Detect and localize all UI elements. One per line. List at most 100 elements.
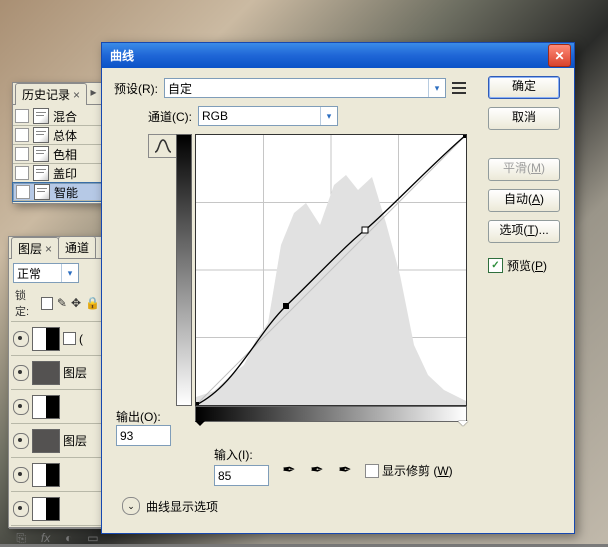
history-row-label: 混合	[53, 108, 77, 125]
fx-icon[interactable]: fx	[41, 531, 50, 545]
preview-checkbox[interactable]: ✓ 预览(P)	[488, 257, 560, 274]
layer-row[interactable]	[11, 492, 104, 526]
history-row[interactable]: 总体	[13, 126, 103, 145]
input-field[interactable]	[214, 465, 269, 486]
document-icon	[33, 108, 49, 124]
layers-tabstrip: 图层× 通道	[9, 237, 106, 259]
eye-icon[interactable]	[13, 365, 29, 381]
curve-point[interactable]	[362, 227, 368, 233]
document-icon	[34, 184, 50, 200]
layers-body: 正常▾ 锁定: ✎ ✥ 🔒 ( 图层 图层	[9, 259, 106, 528]
new-layer-icon[interactable]: ▭	[87, 531, 98, 545]
tab-layers[interactable]: 图层×	[11, 237, 59, 259]
curve-point[interactable]	[196, 402, 199, 405]
eyedropper-black-icon[interactable]: ✒	[279, 460, 299, 480]
lock-all-icon[interactable]: 🔒	[85, 296, 100, 310]
layer-row[interactable]	[11, 390, 104, 424]
checkbox-checked-icon: ✓	[488, 258, 503, 273]
layer-name: 图层	[63, 432, 87, 449]
channel-label: 通道(C):	[148, 108, 192, 125]
spline-tool-button[interactable]	[148, 134, 178, 158]
eye-icon[interactable]	[13, 501, 29, 517]
layers-status-bar: ⎘ fx ◐ ▭	[9, 528, 106, 547]
eye-icon[interactable]	[13, 399, 29, 415]
action-column: 确定 取消 平滑(M) 自动(A) 选项(T)... ✓ 预览(P)	[488, 76, 560, 274]
output-gradient	[176, 134, 192, 406]
eyedroppers: ✒ ✒ ✒	[279, 460, 355, 480]
io-block: 输出(O):	[116, 408, 171, 454]
lock-transparent-icon[interactable]	[41, 297, 53, 310]
eye-icon[interactable]	[13, 433, 29, 449]
curve-graph[interactable]	[195, 134, 467, 406]
channel-select[interactable]: RGB▾	[198, 106, 338, 126]
checkbox-icon	[365, 464, 379, 478]
tab-close-icon[interactable]: ×	[45, 242, 52, 256]
show-clipping-label: 显示修剪 (W)	[382, 462, 453, 479]
eyedropper-white-icon[interactable]: ✒	[335, 460, 355, 480]
layer-thumb	[32, 361, 60, 385]
curves-dialog: 曲线 ✕ 预设(R): 自定▾ 通道(C): RGB▾ ✎	[101, 42, 575, 534]
adjust-icon[interactable]: ◐	[65, 531, 72, 545]
tab-close-icon[interactable]: ×	[73, 88, 80, 102]
curve-point[interactable]	[463, 135, 466, 138]
check-icon	[15, 147, 29, 161]
history-row[interactable]: 色相	[13, 145, 103, 164]
history-tabstrip: 历史记录× ▸	[13, 83, 103, 105]
ok-button[interactable]: 确定	[488, 76, 560, 99]
input-label: 输入(I):	[214, 446, 269, 463]
black-point-slider[interactable]	[195, 421, 205, 431]
layer-name: (	[79, 332, 83, 346]
tab-channels[interactable]: 通道	[58, 236, 96, 258]
check-icon	[15, 128, 29, 142]
chevron-down-icon: ▾	[61, 264, 78, 282]
tab-history[interactable]: 历史记录×	[15, 83, 87, 105]
white-point-slider[interactable]	[458, 421, 468, 431]
blend-mode-select[interactable]: 正常▾	[13, 263, 79, 283]
display-options-label: 曲线显示选项	[146, 498, 218, 515]
layers-list: ( 图层 图层	[11, 322, 104, 526]
layer-row[interactable]	[11, 458, 104, 492]
preview-label: 预览(P)	[507, 257, 547, 274]
history-row[interactable]: 智能	[13, 183, 103, 201]
document-icon	[33, 146, 49, 162]
display-options-toggle[interactable]: ⌄ 曲线显示选项	[122, 497, 218, 515]
eye-icon[interactable]	[13, 467, 29, 483]
eyedropper-gray-icon[interactable]: ✒	[307, 460, 327, 480]
dialog-titlebar[interactable]: 曲线 ✕	[102, 43, 574, 68]
layer-thumb	[32, 497, 60, 521]
history-panel-menu-icon[interactable]: ▸	[87, 86, 100, 99]
lock-move-icon[interactable]: ✥	[71, 296, 81, 310]
tab-channels-label: 通道	[65, 241, 89, 255]
preset-label: 预设(R):	[114, 80, 158, 97]
preset-value: 自定	[168, 80, 192, 97]
input-gradient	[195, 406, 467, 422]
output-field[interactable]	[116, 425, 171, 446]
document-icon	[33, 165, 49, 181]
history-row[interactable]: 盖印	[13, 164, 103, 183]
input-row: 输入(I): ✒ ✒ ✒ 显示修剪 (W)	[214, 446, 453, 486]
preset-menu-icon[interactable]	[452, 82, 466, 94]
show-clipping-checkbox[interactable]: 显示修剪 (W)	[365, 462, 453, 479]
history-row-label: 盖印	[53, 165, 77, 182]
smooth-button: 平滑(M)	[488, 158, 560, 181]
history-row[interactable]: 混合	[13, 107, 103, 126]
curve-point[interactable]	[283, 303, 289, 309]
chevron-icon: ⌄	[122, 497, 140, 515]
link-icon[interactable]: ⎘	[16, 531, 26, 546]
close-button[interactable]: ✕	[548, 44, 571, 67]
layer-row[interactable]: 图层	[11, 356, 104, 390]
layer-name: 图层	[63, 364, 87, 381]
dialog-content: 预设(R): 自定▾ 通道(C): RGB▾ ✎	[102, 68, 574, 533]
check-icon	[15, 109, 29, 123]
preset-select[interactable]: 自定▾	[164, 78, 446, 98]
eye-icon[interactable]	[13, 331, 29, 347]
layer-row[interactable]: 图层	[11, 424, 104, 458]
options-button[interactable]: 选项(T)...	[488, 220, 560, 243]
layer-row[interactable]: (	[11, 322, 104, 356]
auto-button[interactable]: 自动(A)	[488, 189, 560, 212]
lock-brush-icon[interactable]: ✎	[57, 296, 67, 310]
history-row-label: 总体	[53, 127, 77, 144]
history-row-label: 色相	[53, 146, 77, 163]
cancel-button[interactable]: 取消	[488, 107, 560, 130]
chevron-down-icon: ▾	[320, 107, 337, 125]
